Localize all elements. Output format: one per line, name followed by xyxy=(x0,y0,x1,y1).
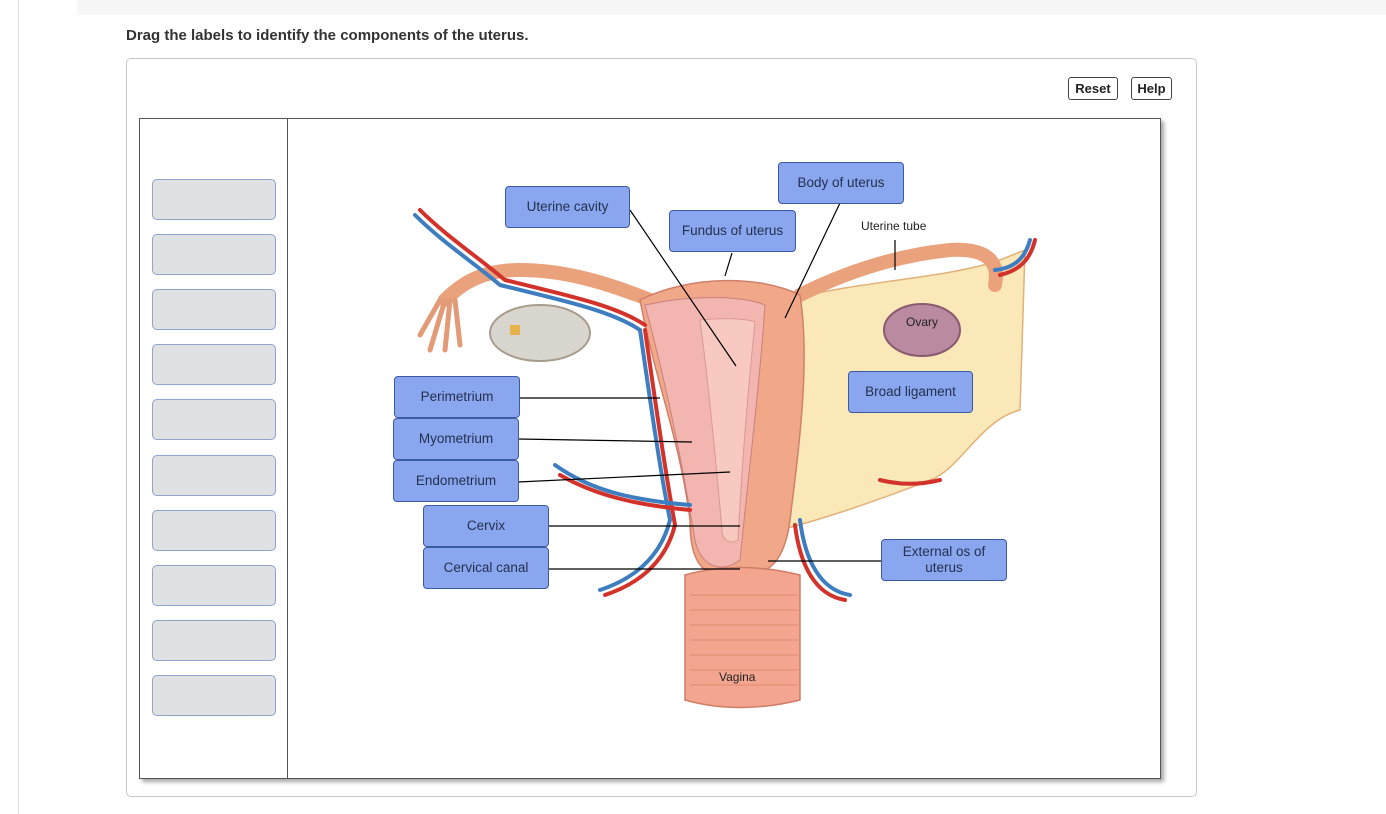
uterus-illustration xyxy=(413,202,1037,709)
label-myometrium[interactable]: Myometrium xyxy=(393,418,519,460)
label-endometrium[interactable]: Endometrium xyxy=(393,460,519,502)
vagina-shape xyxy=(684,566,801,709)
label-perimetrium[interactable]: Perimetrium xyxy=(394,376,520,418)
label-cervical-canal[interactable]: Cervical canal xyxy=(423,547,549,589)
label-broad-ligament[interactable]: Broad ligament xyxy=(848,371,973,413)
uterine-tube-caption: Uterine tube xyxy=(861,219,927,233)
label-fundus-of-uterus[interactable]: Fundus of uterus xyxy=(669,210,796,252)
ovary-caption: Ovary xyxy=(906,315,939,329)
left-fimbriae-shape xyxy=(417,297,463,353)
label-body-of-uterus[interactable]: Body of uterus xyxy=(778,162,904,204)
left-ovary-shape xyxy=(489,304,591,362)
label-cervix[interactable]: Cervix xyxy=(423,505,549,547)
label-uterine-cavity[interactable]: Uterine cavity xyxy=(505,186,630,228)
label-external-os-of-uterus[interactable]: External os of uterus xyxy=(881,539,1007,581)
vagina-caption: Vagina xyxy=(719,670,756,684)
right-ovary-shape xyxy=(883,303,961,357)
